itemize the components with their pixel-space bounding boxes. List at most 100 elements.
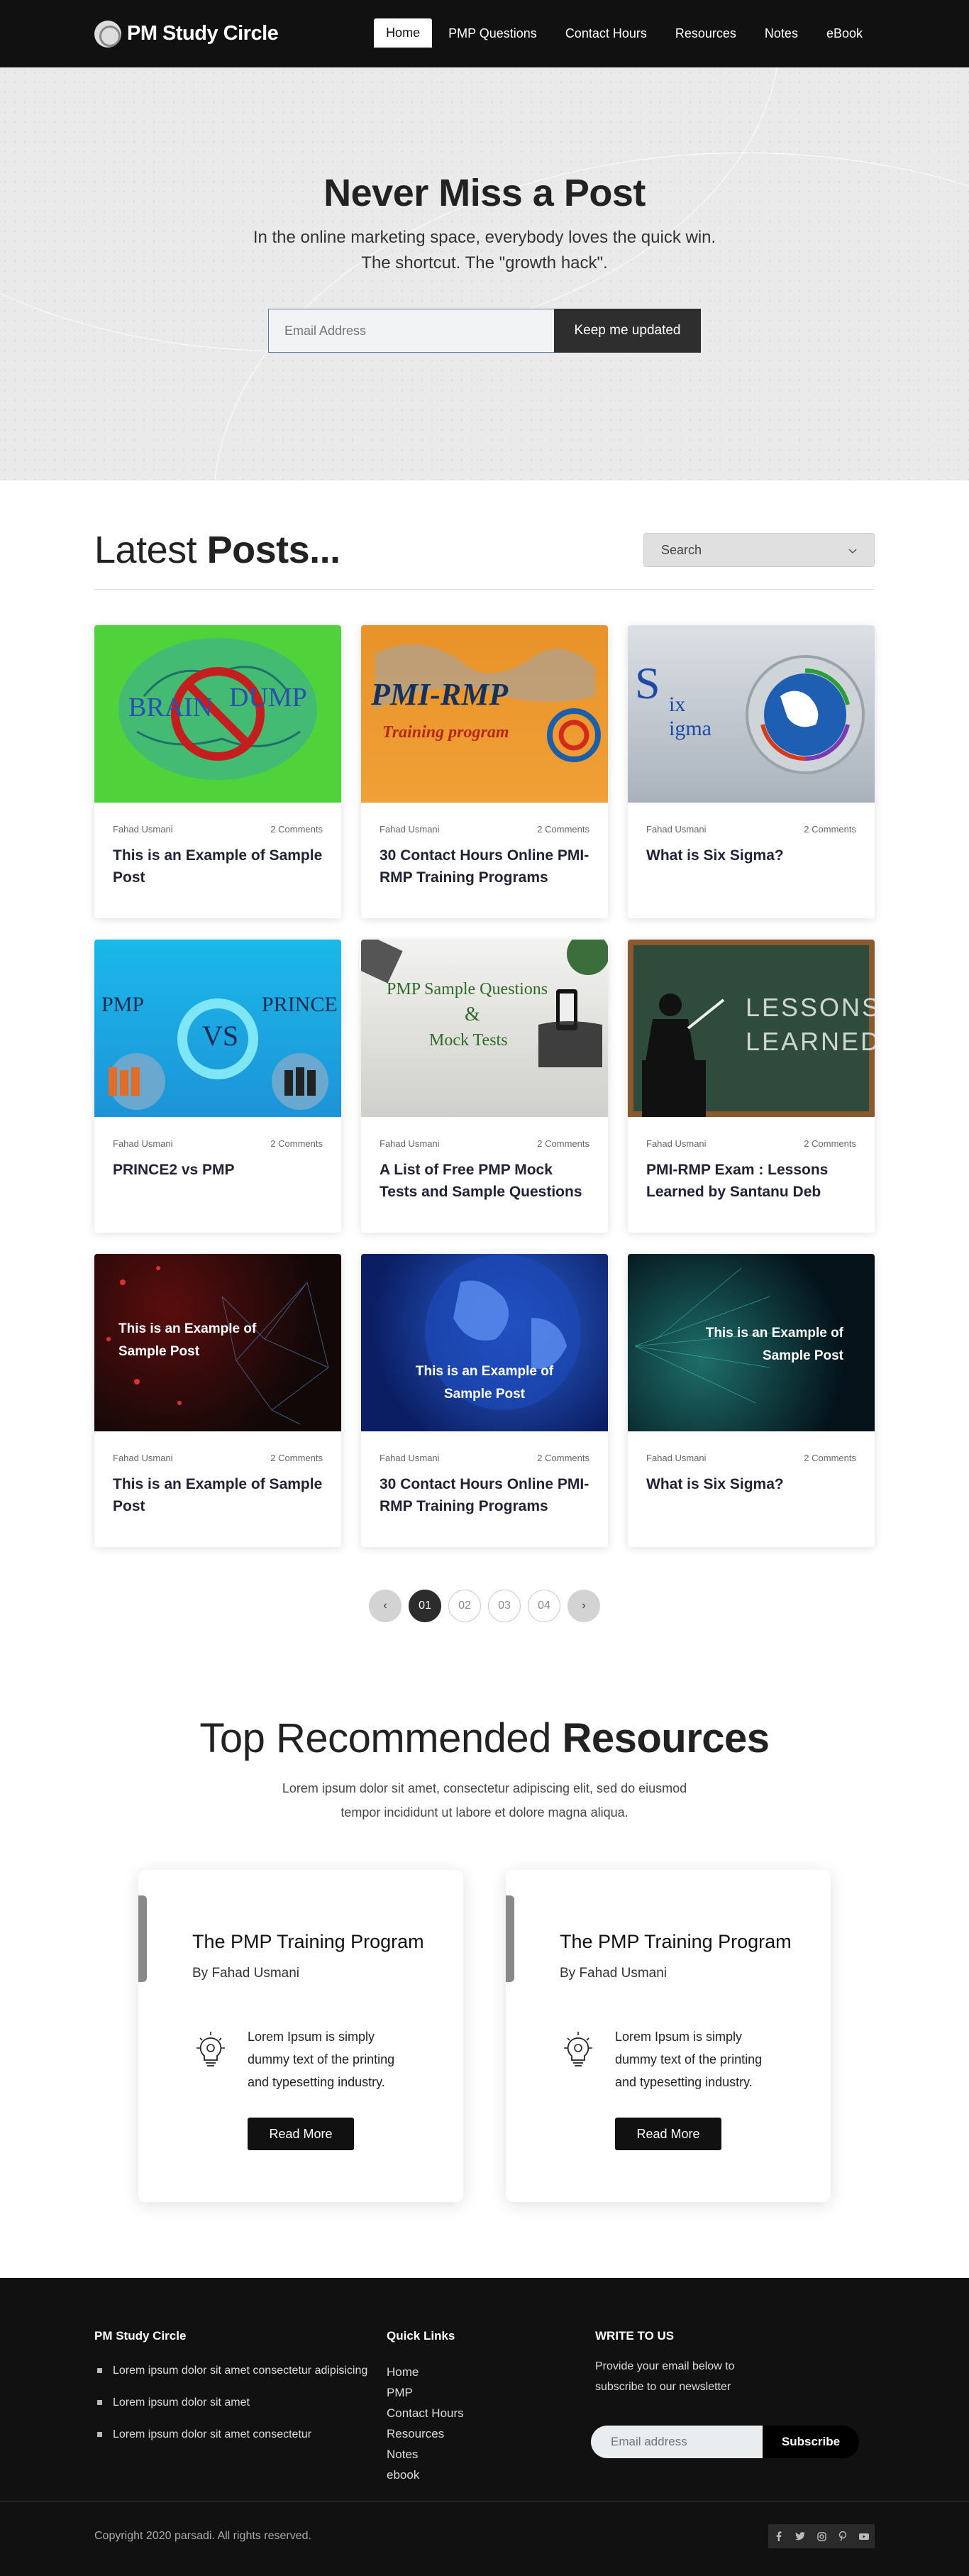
post-comments[interactable]: 2 Comments (804, 1453, 856, 1463)
post-comments[interactable]: 2 Comments (804, 824, 856, 835)
thumb-text: PMP (101, 993, 145, 1016)
post-thumbnail[interactable]: PMP PRINCE VS (94, 940, 341, 1117)
resource-description: Lorem Ipsum is simply dummy text of the … (248, 2030, 395, 2089)
post-card[interactable]: PMP PRINCE VS Fahad Usmani 2 Comments PRI… (94, 940, 341, 1233)
post-title[interactable]: This is an Example of Sample Post (94, 835, 341, 888)
facebook-icon[interactable] (768, 2524, 790, 2548)
post-card[interactable]: BRAIN DUMP Fahad Usmani 2 Comments This i… (94, 625, 341, 918)
post-thumbnail[interactable]: S ix igma (628, 625, 875, 803)
thumb-text-line: This is an Example of (118, 1321, 257, 1336)
post-thumbnail[interactable]: This is an Example of Sample Post (361, 1254, 608, 1431)
post-thumbnail[interactable]: BRAIN DUMP (94, 625, 341, 803)
post-meta: Fahad Usmani 2 Comments (628, 1117, 875, 1149)
post-comments[interactable]: 2 Comments (537, 824, 589, 835)
post-card[interactable]: LESSONS LEARNED Fahad Usmani 2 Comments P… (628, 940, 875, 1233)
post-author[interactable]: Fahad Usmani (380, 1453, 440, 1463)
post-thumbnail[interactable]: This is an Example of Sample Post (94, 1254, 341, 1431)
twitter-icon[interactable] (790, 2524, 811, 2548)
read-more-button[interactable]: Read More (615, 2118, 721, 2150)
pagination-next-button[interactable]: › (567, 1590, 600, 1622)
post-title[interactable]: What is Six Sigma? (628, 835, 875, 866)
pagination-page-4[interactable]: 04 (528, 1590, 560, 1622)
post-thumbnail[interactable]: This is an Example of Sample Post (628, 1254, 875, 1431)
read-more-button[interactable]: Read More (248, 2118, 354, 2150)
footer-link-home[interactable]: Home (387, 2362, 595, 2382)
thumb-text: igma (669, 717, 711, 740)
post-author[interactable]: Fahad Usmani (113, 1138, 173, 1149)
pinterest-icon[interactable] (832, 2524, 853, 2548)
nav-pmp-questions[interactable]: PMP Questions (436, 19, 549, 48)
hero-subscribe-form: Keep me updated (0, 309, 969, 353)
newsletter-form: Subscribe (591, 2426, 859, 2458)
nav-notes[interactable]: Notes (753, 19, 810, 48)
resource-body: Lorem Ipsum is simply dummy text of the … (138, 1981, 463, 2093)
newsletter-email-input[interactable] (591, 2426, 763, 2458)
thumb-text: LESSONS (746, 993, 875, 1022)
footer-about: PM Study Circle Lorem ipsum dolor sit am… (94, 2329, 387, 2485)
copyright: Copyright 2020 parsadi. All rights reser… (94, 2530, 311, 2542)
youtube-icon[interactable] (853, 2524, 875, 2548)
post-author[interactable]: Fahad Usmani (113, 1453, 173, 1463)
post-title[interactable]: A List of Free PMP Mock Tests and Sample… (361, 1149, 608, 1203)
post-comments[interactable]: 2 Comments (804, 1138, 856, 1149)
post-meta: Fahad Usmani 2 Comments (94, 803, 341, 835)
post-author[interactable]: Fahad Usmani (646, 1138, 707, 1149)
nav-resources[interactable]: Resources (663, 19, 748, 48)
post-title[interactable]: What is Six Sigma? (628, 1463, 875, 1495)
pagination-page-3[interactable]: 03 (488, 1590, 521, 1622)
subscribe-button[interactable]: Subscribe (763, 2426, 859, 2458)
pagination-page-1[interactable]: 01 (409, 1590, 441, 1622)
post-card[interactable]: S ix igma Fahad Usmani 2 Comments What is… (628, 625, 875, 918)
post-author[interactable]: Fahad Usmani (113, 824, 173, 835)
thumb-text: DUMP (229, 683, 307, 712)
brand[interactable]: PM Study Circle (94, 20, 279, 48)
pagination-prev-button[interactable]: ‹ (369, 1590, 402, 1622)
post-thumbnail[interactable]: PMI-RMP Training program (361, 625, 608, 803)
latest-posts-section: Latest Posts... Search BRAIN DUMP Fahad … (0, 480, 969, 1622)
post-title[interactable]: 30 Contact Hours Online PMI-RMP Training… (361, 835, 608, 888)
footer-link-contact-hours[interactable]: Contact Hours (387, 2403, 595, 2423)
post-card[interactable]: PMP Sample Questions & Mock Tests Fahad … (361, 940, 608, 1233)
post-comments[interactable]: 2 Comments (270, 1453, 323, 1463)
post-comments[interactable]: 2 Comments (537, 1453, 589, 1463)
post-title[interactable]: PRINCE2 vs PMP (94, 1149, 341, 1181)
post-author[interactable]: Fahad Usmani (646, 824, 707, 835)
post-thumbnail[interactable]: LESSONS LEARNED (628, 940, 875, 1117)
post-comments[interactable]: 2 Comments (270, 1138, 323, 1149)
post-author[interactable]: Fahad Usmani (380, 1138, 440, 1149)
post-comments[interactable]: 2 Comments (537, 1138, 589, 1149)
post-title[interactable]: This is an Example of Sample Post (94, 1463, 341, 1517)
post-meta: Fahad Usmani 2 Comments (361, 1117, 608, 1149)
post-card[interactable]: This is an Example of Sample Post Fahad U… (628, 1254, 875, 1547)
post-comments[interactable]: 2 Comments (270, 824, 323, 835)
footer-bottom: Copyright 2020 parsadi. All rights reser… (0, 2501, 969, 2548)
latest-posts-title: Latest Posts... (94, 528, 340, 572)
post-title[interactable]: 30 Contact Hours Online PMI-RMP Training… (361, 1463, 608, 1517)
nav-home[interactable]: Home (374, 18, 433, 50)
post-title[interactable]: PMI-RMP Exam : Lessons Learned by Santan… (628, 1149, 875, 1203)
post-card[interactable]: This is an Example of Sample Post Fahad U… (361, 1254, 608, 1547)
post-author[interactable]: Fahad Usmani (646, 1453, 707, 1463)
footer-link-ebook[interactable]: ebook (387, 2465, 595, 2485)
keep-updated-button[interactable]: Keep me updated (554, 309, 701, 353)
brand-name: PM Study Circle (127, 22, 279, 45)
hero-email-input[interactable] (268, 309, 554, 353)
chevron-down-icon (848, 543, 857, 558)
nav-ebook[interactable]: eBook (814, 19, 875, 48)
footer-link-resources[interactable]: Resources (387, 2423, 595, 2444)
post-thumbnail[interactable]: PMP Sample Questions & Mock Tests (361, 940, 608, 1117)
resource-title: The PMP Training Program (192, 1931, 424, 1952)
post-card[interactable]: PMI-RMP Training program Fahad Usmani 2 C… (361, 625, 608, 918)
footer-link-notes[interactable]: Notes (387, 2444, 595, 2465)
post-author[interactable]: Fahad Usmani (380, 824, 440, 835)
nav-contact-hours[interactable]: Contact Hours (553, 19, 659, 48)
search-dropdown[interactable]: Search (643, 533, 875, 567)
pagination-page-2[interactable]: 02 (448, 1590, 481, 1622)
post-card[interactable]: This is an Example of Sample Post Fahad U… (94, 1254, 341, 1547)
thumb-text-line: Sample Post (762, 1348, 843, 1363)
footer-link-pmp[interactable]: PMP (387, 2382, 595, 2403)
instagram-icon[interactable] (811, 2524, 832, 2548)
resources-lead: Lorem ipsum dolor sit amet, consectetur … (0, 1776, 969, 1824)
thumb-text: PRINCE (262, 993, 338, 1016)
quick-links-list: Home PMP Contact Hours Resources Notes e… (387, 2362, 595, 2485)
